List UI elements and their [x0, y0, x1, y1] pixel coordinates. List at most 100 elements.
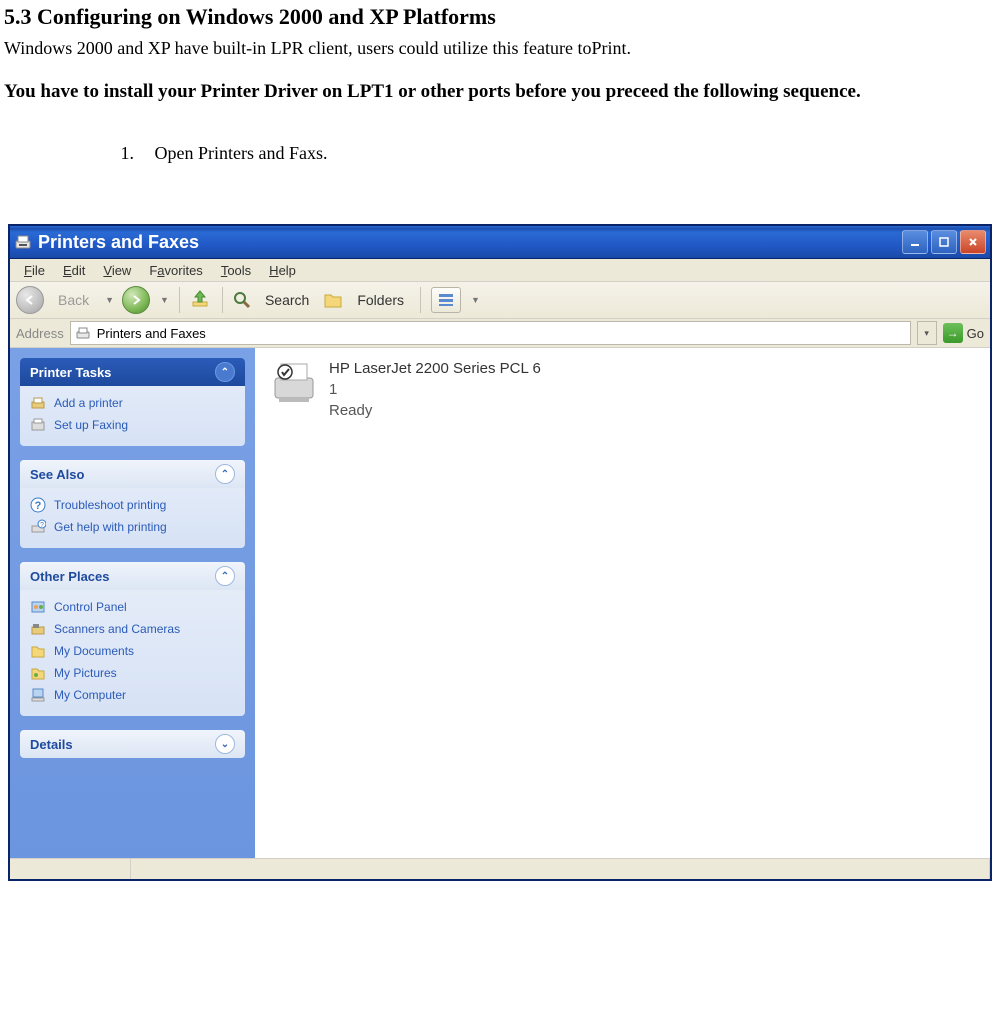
expand-icon[interactable]: ⌄ [215, 734, 235, 754]
menubar: File Edit View Favorites Tools Help [10, 259, 990, 282]
minimize-button[interactable] [902, 230, 928, 254]
go-label: Go [967, 326, 984, 341]
collapse-icon[interactable]: ⌃ [215, 566, 235, 586]
printer-icon [269, 358, 319, 408]
panel-see-also: See Also ⌃ ? Troubleshoot printing ? [20, 460, 245, 548]
sidebar-item-label: My Pictures [54, 666, 117, 680]
svg-text:?: ? [40, 522, 44, 529]
help-print-icon: ? [30, 519, 46, 535]
menu-file[interactable]: File [16, 261, 53, 280]
note-paragraph: You have to install your Printer Driver … [4, 73, 994, 111]
address-dropdown[interactable]: ▾ [917, 321, 937, 345]
sidebar-item-label: Get help with printing [54, 520, 167, 534]
menu-favorites[interactable]: Favorites [141, 261, 210, 280]
printers-faxes-window: Printers and Faxes File Edit View Favori… [8, 224, 992, 881]
panel-title: See Also [30, 467, 84, 482]
address-field[interactable]: Printers and Faxes [70, 321, 911, 345]
maximize-button[interactable] [931, 230, 957, 254]
close-button[interactable] [960, 230, 986, 254]
views-dropdown[interactable]: ▼ [471, 295, 480, 305]
addressbar: Address Printers and Faxes ▾ → Go [10, 319, 990, 348]
step-number: 1. [4, 143, 150, 164]
sidebar-item-label: My Documents [54, 644, 134, 658]
back-label: Back [52, 289, 95, 311]
search-icon [233, 291, 251, 309]
address-text: Printers and Faxes [97, 326, 206, 341]
menu-tools[interactable]: Tools [213, 261, 259, 280]
go-icon: → [943, 323, 963, 343]
sidebar-item-troubleshoot[interactable]: ? Troubleshoot printing [30, 494, 235, 516]
sidebar-item-label: Troubleshoot printing [54, 498, 166, 512]
sidebar-item-my-pictures[interactable]: My Pictures [30, 662, 235, 684]
collapse-icon[interactable]: ⌃ [215, 362, 235, 382]
menu-help[interactable]: Help [261, 261, 304, 280]
sidebar-item-scanners[interactable]: Scanners and Cameras [30, 618, 235, 640]
fax-icon [30, 417, 46, 433]
content-area[interactable]: HP LaserJet 2200 Series PCL 6 1 Ready [255, 348, 990, 858]
up-button[interactable] [190, 288, 212, 313]
printer-info: HP LaserJet 2200 Series PCL 6 1 Ready [329, 358, 541, 421]
printer-add-icon [30, 395, 46, 411]
printer-name: HP LaserJet 2200 Series PCL 6 [329, 358, 541, 379]
sidebar-item-setup-faxing[interactable]: Set up Faxing [30, 414, 235, 436]
separator [222, 287, 223, 313]
step-text: Open Printers and Faxs. [155, 143, 328, 163]
panel-title: Printer Tasks [30, 365, 111, 380]
sidebar-item-my-documents[interactable]: My Documents [30, 640, 235, 662]
sidebar-item-label: Scanners and Cameras [54, 622, 180, 636]
panel-printer-tasks: Printer Tasks ⌃ Add a printer [20, 358, 245, 446]
separator [179, 287, 180, 313]
statusbar [10, 858, 990, 879]
forward-button[interactable] [122, 286, 150, 314]
panel-header-see-also[interactable]: See Also ⌃ [20, 460, 245, 488]
pictures-icon [30, 665, 46, 681]
sidebar-item-label: Control Panel [54, 600, 127, 614]
menu-edit[interactable]: Edit [55, 261, 93, 280]
panel-title: Other Places [30, 569, 110, 584]
collapse-icon[interactable]: ⌃ [215, 464, 235, 484]
sidebar-item-label: Set up Faxing [54, 418, 128, 432]
folders-button[interactable]: Folders [351, 289, 410, 311]
separator [420, 287, 421, 313]
panel-header-details[interactable]: Details ⌄ [20, 730, 245, 758]
back-dropdown[interactable]: ▼ [105, 295, 114, 305]
go-button[interactable]: → Go [943, 323, 984, 343]
printer-status: Ready [329, 400, 541, 421]
documents-icon [30, 643, 46, 659]
panel-header-printer-tasks[interactable]: Printer Tasks ⌃ [20, 358, 245, 386]
sidebar-item-label: My Computer [54, 688, 126, 702]
intro-paragraph: Windows 2000 and XP have built-in LPR cl… [4, 38, 994, 59]
sidebar-item-my-computer[interactable]: My Computer [30, 684, 235, 706]
back-button[interactable] [16, 286, 44, 314]
sidebar-item-control-panel[interactable]: Control Panel [30, 596, 235, 618]
toolbar: Back ▼ ▼ Search Folders [10, 282, 990, 319]
window-icon [14, 233, 32, 251]
sidebar-item-label: Add a printer [54, 396, 123, 410]
control-panel-icon [30, 599, 46, 615]
sidebar-item-get-help[interactable]: ? Get help with printing [30, 516, 235, 538]
sidebar: Printer Tasks ⌃ Add a printer [10, 348, 255, 858]
sidebar-item-add-printer[interactable]: Add a printer [30, 392, 235, 414]
address-label: Address [16, 326, 64, 341]
views-button[interactable] [431, 287, 461, 313]
svg-text:?: ? [35, 500, 42, 512]
printer-item[interactable]: HP LaserJet 2200 Series PCL 6 1 Ready [269, 358, 976, 421]
folders-icon [323, 291, 343, 309]
address-icon [75, 325, 91, 341]
titlebar[interactable]: Printers and Faxes [10, 226, 990, 259]
printer-docs: 1 [329, 379, 541, 400]
search-button[interactable]: Search [259, 289, 315, 311]
forward-dropdown[interactable]: ▼ [160, 295, 169, 305]
computer-icon [30, 687, 46, 703]
menu-view[interactable]: View [95, 261, 139, 280]
help-icon: ? [30, 497, 46, 513]
panel-other-places: Other Places ⌃ Control Panel [20, 562, 245, 716]
status-cell [10, 859, 131, 879]
status-cell [131, 859, 990, 879]
panel-title: Details [30, 737, 73, 752]
step-1: 1. Open Printers and Faxs. [4, 143, 994, 164]
panel-header-other-places[interactable]: Other Places ⌃ [20, 562, 245, 590]
section-heading: 5.3 Configuring on Windows 2000 and XP P… [4, 4, 994, 30]
panel-details: Details ⌄ [20, 730, 245, 758]
window-title: Printers and Faxes [38, 232, 902, 253]
